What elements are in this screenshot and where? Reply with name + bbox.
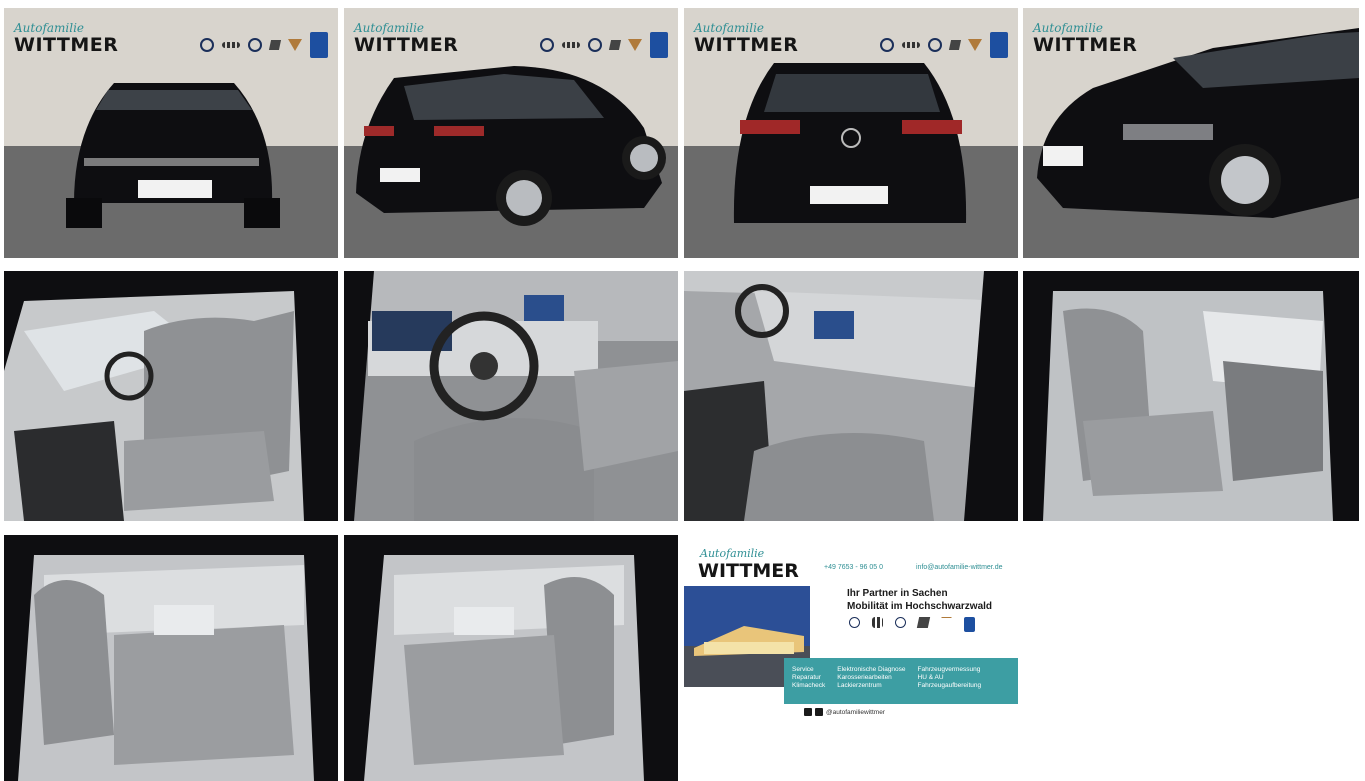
brand-small: Autofamilie [1033,21,1104,35]
seat-logo-icon [608,40,622,50]
service-item: Lackierzentrum [837,682,882,689]
vw-logo-icon [200,38,214,52]
audi-logo-icon [872,617,883,628]
social-handle: @autofamiliewittmer [826,708,885,716]
instagram-icon [815,708,823,716]
card-brand-big: WITTMER [698,560,799,582]
card-headline-2: Mobilität im Hochschwarzwald [847,601,993,612]
brand-big: WITTMER [354,34,459,56]
cupra-logo-icon [628,39,642,51]
seat-logo-icon [948,40,962,50]
seat-logo-icon [916,617,931,628]
service-item: Klimacheck [792,682,826,689]
card-social: @autofamiliewittmer [804,708,885,716]
audi-logo-icon [902,42,920,48]
photo-rear-view[interactable]: Autofamilie WITTMER [684,8,1018,258]
dealer-info-card[interactable]: Autofamilie WITTMER +49 7653 - 96 05 0 i… [684,535,1018,781]
cupra-logo-icon [968,39,982,51]
photo-rear-left-view[interactable]: Autofamilie WITTMER [344,8,678,258]
brand-small: Autofamilie [14,21,85,35]
facebook-icon [804,708,812,716]
vw-badge-icon [964,617,975,632]
card-services: Service Reparatur Klimacheck Elektronisc… [784,658,1018,704]
photo-front-right-view[interactable]: Autofamilie WITTMER [1023,8,1359,258]
service-item: Fahrzeugvermessung [917,666,981,673]
card-headline: Ihr Partner in Sachen Mobilität im Hochs… [847,587,992,613]
brand-small: Autofamilie [354,21,425,35]
photo-driver-seat[interactable] [4,271,338,521]
photo-rear-seats-left[interactable] [4,535,338,781]
vw-logo-icon [849,617,860,628]
vw-commercial-logo-icon [895,617,906,628]
service-item: Karosseriearbeiten [837,674,892,681]
vw-logo-icon [540,38,554,52]
services-col-1: Service Reparatur Klimacheck [792,666,825,704]
brand-logos [540,32,668,58]
service-item: Reparatur [792,674,821,681]
photo-dashboard-passenger[interactable] [684,271,1018,521]
brand-big: WITTMER [14,34,119,56]
photo-cockpit[interactable] [344,271,678,521]
vw-badge-icon [310,32,328,58]
services-col-2: Elektronische Diagnose Karosseriearbeite… [837,666,905,704]
service-item: HU & AU [917,674,944,681]
vw-commercial-logo-icon [248,38,262,52]
vw-commercial-logo-icon [588,38,602,52]
services-col-3: Fahrzeugvermessung HU & AU Fahrzeugaufbe… [918,666,982,704]
brand-logos [200,32,328,58]
vw-commercial-logo-icon [928,38,942,52]
photo-gallery: Autofamilie WITTMER Autofamilie WITTMER [0,0,1365,781]
audi-logo-icon [562,42,580,48]
wall-logo: Autofamilie WITTMER [354,22,458,56]
cupra-logo-icon [288,39,302,51]
wall-logo: Autofamilie WITTMER [14,22,118,56]
brand-logos [880,32,1008,58]
service-item: Service [792,666,814,673]
photo-rear-seats-right[interactable] [344,535,678,781]
wall-logo: Autofamilie WITTMER [694,22,798,56]
card-brand-logos [849,617,975,632]
card-phone: +49 7653 - 96 05 0 [824,564,883,571]
brand-big: WITTMER [1033,34,1138,56]
service-item: Fahrzeugaufbereitung [917,682,982,689]
card-email: info@autofamilie-wittmer.de [916,564,1003,571]
card-brand-small: Autofamilie [700,547,765,560]
photo-passenger-seat[interactable] [1023,271,1359,521]
photo-front-view[interactable]: Autofamilie WITTMER [4,8,338,258]
brand-big: WITTMER [694,34,799,56]
vw-logo-icon [880,38,894,52]
wall-logo: Autofamilie WITTMER [1033,22,1137,56]
brand-small: Autofamilie [694,21,765,35]
vw-badge-icon [650,32,668,58]
service-item: Elektronische Diagnose [837,666,906,673]
card-headline-1: Ihr Partner in Sachen [847,588,948,599]
cupra-logo-icon [941,617,952,628]
seat-logo-icon [268,40,282,50]
vw-badge-icon [990,32,1008,58]
audi-logo-icon [222,42,240,48]
